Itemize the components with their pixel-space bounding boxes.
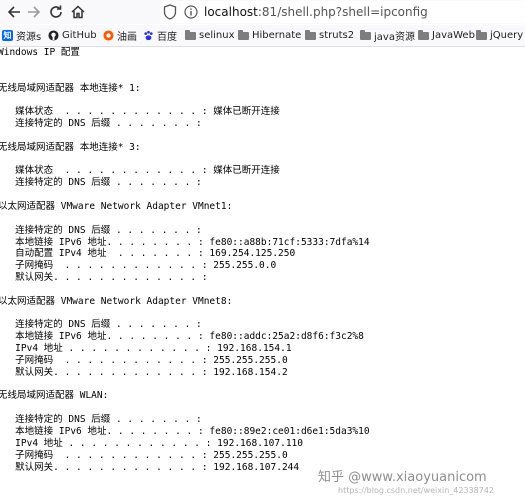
folder-icon bbox=[238, 29, 249, 40]
output-line: 无线局域网适配器 本地连接* 1: bbox=[0, 82, 141, 94]
output-line: IPv4 地址 . . . . . . . . . . . . : 192.16… bbox=[0, 343, 292, 355]
url-host: localhost bbox=[204, 5, 258, 19]
command-output: Windows IP 配置 无线局域网适配器 本地连接* 1: 媒体状态 . .… bbox=[0, 47, 370, 473]
output-line: 以太网适配器 VMware Network Adapter VMnet8: bbox=[0, 295, 233, 307]
shield-icon bbox=[163, 4, 177, 20]
output-line: IPv4 地址 . . . . . . . . . . . . : 192.16… bbox=[0, 437, 303, 449]
watermark-subtext: https://blog.csdn.net/weixin_42338742 bbox=[338, 486, 495, 495]
taobao-icon bbox=[103, 30, 114, 41]
bookmark-label: selinux bbox=[199, 30, 235, 41]
baidu-paw-icon bbox=[144, 30, 153, 41]
reload-button[interactable] bbox=[46, 2, 66, 22]
zhihu-icon: 知 bbox=[2, 30, 13, 41]
url-text: localhost:81/shell.php?shell=ipconfig bbox=[204, 5, 428, 19]
output-line: 连接特定的 DNS 后缀 . . . . . . . : bbox=[0, 177, 202, 189]
page-info-icon[interactable] bbox=[184, 5, 198, 19]
home-icon bbox=[71, 5, 85, 19]
output-line: 默认网关. . . . . . . . . . . . . : 192.168.… bbox=[0, 461, 300, 473]
output-line: 连接特定的 DNS 后缀 . . . . . . . : bbox=[0, 319, 202, 331]
output-line: 默认网关. . . . . . . . . . . . . : bbox=[0, 272, 208, 284]
bookmark-item[interactable]: 油画 bbox=[103, 28, 137, 43]
folder-icon bbox=[185, 29, 196, 40]
page-content: Windows IP 配置 无线局域网适配器 本地连接* 1: 媒体状态 . .… bbox=[0, 47, 525, 500]
browser-toolbar: localhost:81/shell.php?shell=ipconfig bbox=[0, 0, 525, 24]
home-button[interactable] bbox=[68, 2, 88, 22]
bookmark-folder[interactable]: selinux bbox=[185, 28, 235, 43]
bookmark-label: GitHub bbox=[62, 30, 97, 41]
bookmark-label: JavaWeb bbox=[432, 30, 475, 41]
output-line: 子网掩码 . . . . . . . . . . . . : 255.255.2… bbox=[0, 449, 288, 461]
arrow-right-icon bbox=[28, 6, 41, 18]
arrow-left-icon bbox=[7, 6, 20, 18]
bookmark-label: jQuery bbox=[490, 30, 524, 41]
bookmark-folder[interactable]: Hibernate bbox=[238, 28, 301, 43]
output-line: 连接特定的 DNS 后缀 . . . . . . . : bbox=[0, 414, 202, 426]
bookmark-item[interactable]: 知 资源s bbox=[2, 28, 41, 43]
address-bar[interactable]: localhost:81/shell.php?shell=ipconfig bbox=[160, 1, 525, 23]
bookmark-folder[interactable]: JavaWeb bbox=[418, 28, 475, 43]
github-icon bbox=[48, 30, 59, 41]
bookmark-folder[interactable]: jQuery bbox=[476, 28, 523, 43]
output-line: 本地链接 IPv6 地址. . . . . . . . : fe80::a88b… bbox=[0, 236, 370, 248]
bookmark-item[interactable]: GitHub bbox=[48, 28, 97, 43]
folder-icon bbox=[360, 29, 371, 40]
bookmark-folder[interactable]: java资源 bbox=[360, 28, 415, 43]
output-line: 连接特定的 DNS 后缀 . . . . . . . : bbox=[0, 118, 202, 130]
bookmark-label: 油画 bbox=[117, 32, 137, 43]
bookmark-item[interactable]: 百度 bbox=[143, 28, 177, 43]
bookmark-label: Hibernate bbox=[252, 30, 302, 41]
folder-icon bbox=[418, 29, 429, 40]
output-line: 以太网适配器 VMware Network Adapter VMnet1: bbox=[0, 200, 233, 212]
output-line: 自动配置 IPv4 地址 . . . . . . . : 169.254.125… bbox=[0, 248, 296, 260]
watermark-text: 知乎 @www.xiaoyuanicom bbox=[318, 470, 487, 485]
watermark: 知乎 @www.xiaoyuanicom bbox=[318, 466, 487, 485]
output-line: 无线局域网适配器 WLAN: bbox=[0, 390, 109, 402]
back-button[interactable] bbox=[4, 2, 24, 22]
output-line: 本地链接 IPv6 地址. . . . . . . . : fe80::addc… bbox=[0, 331, 364, 343]
bookmark-folder[interactable]: struts2 bbox=[305, 28, 354, 43]
bookmark-label: 百度 bbox=[157, 32, 177, 43]
output-line: 默认网关. . . . . . . . . . . . . : 192.168.… bbox=[0, 366, 288, 378]
output-line: Windows IP 配置 bbox=[0, 47, 80, 58]
output-line: 连接特定的 DNS 后缀 . . . . . . . : bbox=[0, 224, 202, 236]
bookmarks-bar: 知 资源s GitHub 油画 百度 selinux Hibernate str… bbox=[0, 25, 525, 47]
output-line: 子网掩码 . . . . . . . . . . . . : 255.255.2… bbox=[0, 354, 288, 366]
forward-button[interactable] bbox=[24, 2, 44, 22]
reload-icon bbox=[50, 5, 62, 18]
bookmark-label: struts2 bbox=[319, 30, 355, 41]
folder-icon bbox=[476, 29, 487, 40]
output-line: 无线局域网适配器 本地连接* 3: bbox=[0, 141, 141, 153]
output-line: 媒体状态 . . . . . . . . . . . . : 媒体已断开连接 bbox=[0, 165, 280, 177]
bookmark-label: 资源s bbox=[16, 32, 42, 43]
output-line: 媒体状态 . . . . . . . . . . . . : 媒体已断开连接 bbox=[0, 106, 280, 118]
bookmark-label: java资源 bbox=[374, 32, 415, 43]
output-line: 本地链接 IPv6 地址. . . . . . . . : fe80::89e2… bbox=[0, 426, 370, 437]
url-path: :81/shell.php?shell=ipconfig bbox=[257, 5, 428, 19]
output-line: 子网掩码 . . . . . . . . . . . . : 255.255.0… bbox=[0, 260, 277, 272]
folder-icon bbox=[305, 29, 316, 40]
